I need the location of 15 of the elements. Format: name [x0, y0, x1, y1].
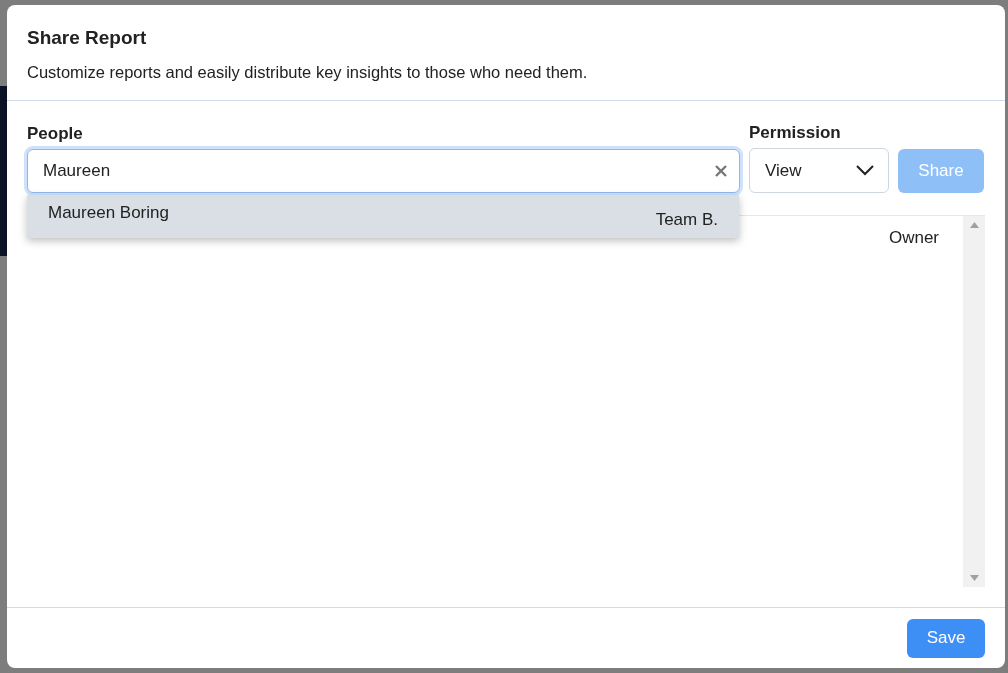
permission-label: Permission: [749, 123, 842, 143]
suggestion-team: Team B.: [655, 210, 718, 230]
permission-select[interactable]: View: [749, 148, 889, 193]
suggestion-name: Maureen Boring: [48, 203, 169, 224]
suggestion-item[interactable]: Maureen Boring Team B.: [27, 195, 739, 238]
clear-icon[interactable]: [714, 164, 728, 178]
scroll-down-icon[interactable]: [969, 575, 979, 581]
people-search-field[interactable]: Maureen: [27, 149, 740, 193]
scrollbar[interactable]: [963, 216, 985, 587]
chevron-down-icon: [856, 165, 874, 176]
dialog-subtitle: Customize reports and easily distribute key insights to those who need them.: [27, 63, 589, 82]
people-label: People: [27, 124, 84, 144]
member-role: Owner: [888, 228, 939, 248]
dialog-title: Share Report: [27, 27, 148, 49]
scroll-up-icon[interactable]: [969, 222, 979, 228]
